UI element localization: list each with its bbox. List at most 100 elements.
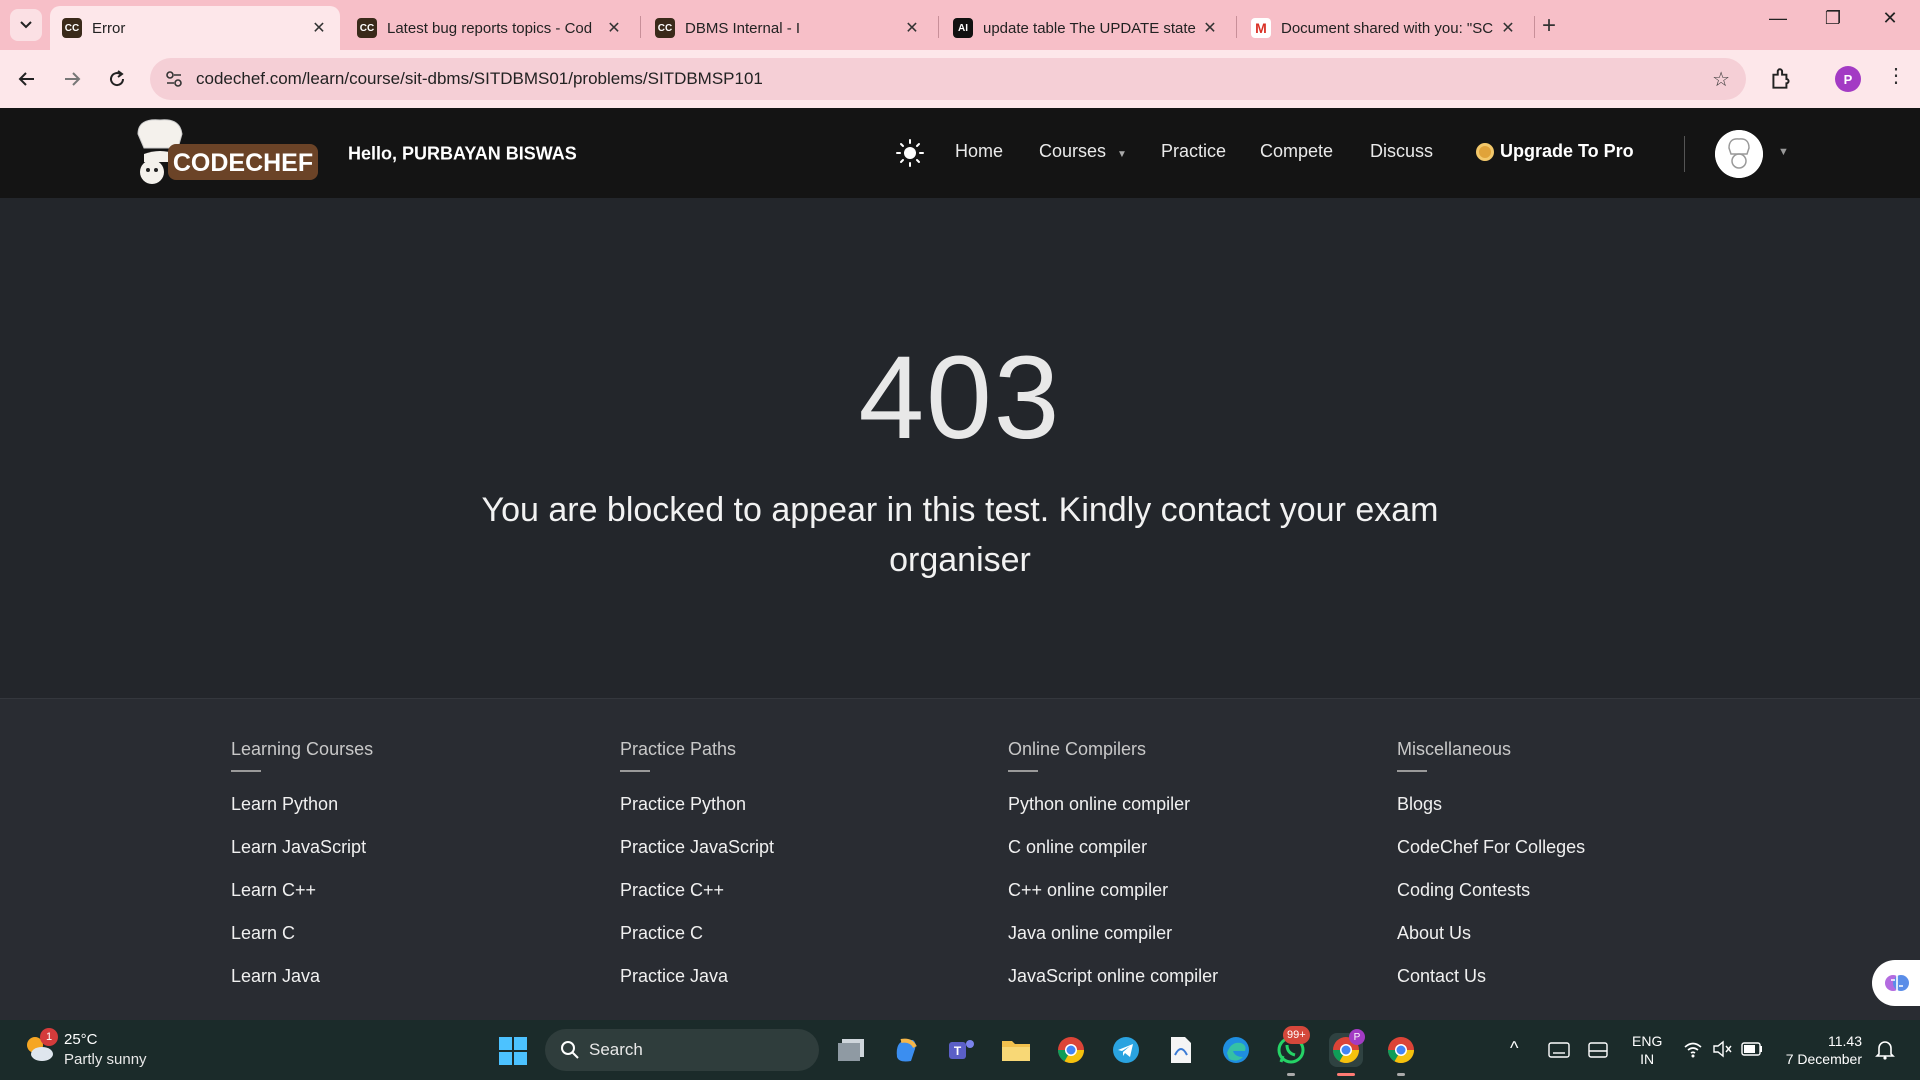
chrome-icon [1057,1037,1085,1064]
file-explorer-app[interactable] [999,1033,1033,1067]
chrome-second-app[interactable] [1384,1033,1418,1067]
caret-down-icon[interactable]: ▼ [1778,146,1789,158]
task-view-app[interactable] [834,1033,868,1067]
keyboard-icon[interactable] [1548,1042,1570,1058]
notification-bell-icon[interactable] [1874,1038,1896,1060]
close-window-button[interactable]: ✕ [1870,8,1910,29]
edge-app[interactable] [1219,1033,1253,1067]
footer-link[interactable]: CodeChef For Colleges [1397,837,1585,880]
weather-description[interactable]: Partly sunny [64,1051,147,1068]
footer-link[interactable]: Practice Python [620,794,774,837]
footer-link[interactable]: About Us [1397,923,1585,966]
footer-link[interactable]: Learn C++ [231,880,373,923]
battery-icon[interactable] [1741,1042,1763,1056]
footer-link[interactable]: Java online compiler [1008,923,1218,966]
close-icon[interactable]: ✕ [1201,18,1219,38]
tab-gmail-document[interactable]: M Document shared with you: "SC ✕ [1239,6,1529,50]
windows-start-icon[interactable] [498,1036,528,1066]
sun-icon[interactable] [895,138,925,168]
tab-update-table[interactable]: AI update table The UPDATE state ✕ [941,6,1231,50]
bookmark-star-icon[interactable]: ☆ [1712,67,1730,92]
tab-dbms-internal[interactable]: CC DBMS Internal - I ✕ [643,6,933,50]
browser-toolbar: codechef.com/learn/course/sit-dbms/SITDB… [0,50,1920,108]
taskbar-clock[interactable]: 11.43 7 December [1786,1032,1862,1068]
user-avatar[interactable] [1715,130,1763,178]
footer-link[interactable]: Contact Us [1397,966,1585,1009]
footer-link[interactable]: Blogs [1397,794,1585,837]
error-code: 403 [858,332,1062,464]
site-footer: Learning Courses Learn Python Learn Java… [0,698,1920,1020]
close-icon[interactable]: ✕ [903,18,921,38]
wifi-icon[interactable] [1683,1040,1703,1058]
footer-link[interactable]: Learn JavaScript [231,837,373,880]
chevron-up-icon[interactable]: ^ [1510,1038,1518,1059]
upgrade-to-pro-link[interactable]: Upgrade To Pro [1476,141,1634,162]
footer-column-miscellaneous: Miscellaneous Blogs CodeChef For College… [1397,739,1585,1009]
footer-link[interactable]: C online compiler [1008,837,1218,880]
telegram-app[interactable] [1109,1033,1143,1067]
heading-underline [620,770,650,772]
teams-icon: T [949,1040,974,1059]
minimize-button[interactable]: — [1758,8,1798,29]
tab-separator [1236,16,1237,38]
site-settings-icon[interactable] [164,69,184,89]
windows-taskbar: 1 25°C Partly sunny Search T 99+ P ^ ENG… [0,1020,1920,1080]
tab-bug-reports[interactable]: CC Latest bug reports topics - Cod ✕ [345,6,635,50]
address-bar[interactable]: codechef.com/learn/course/sit-dbms/SITDB… [150,58,1746,100]
gmail-favicon-icon: M [1251,18,1271,38]
footer-link[interactable]: Learn C [231,923,373,966]
footer-heading: Practice Paths [620,739,737,759]
close-icon[interactable]: ✕ [1499,18,1517,38]
codechef-logo[interactable]: CODECHEF [130,116,320,190]
footer-link[interactable]: Practice Java [620,966,774,1009]
tab-separator [1534,16,1535,38]
url-text[interactable]: codechef.com/learn/course/sit-dbms/SITDB… [196,69,763,89]
reload-button[interactable] [102,64,132,94]
tab-error[interactable]: CC Error ✕ [50,6,340,50]
error-message: You are blocked to appear in this test. … [481,491,1439,579]
user-greeting: Hello, PURBAYAN BISWAS [348,143,577,164]
lang-line2: IN [1640,1051,1655,1067]
nav-home-link[interactable]: Home [955,141,1003,162]
weather-temperature[interactable]: 25°C [64,1031,98,1048]
nav-courses-link[interactable]: Courses ▼ [1039,141,1127,162]
profile-avatar-button[interactable]: P [1835,66,1861,92]
close-icon[interactable]: ✕ [310,18,328,38]
nav-discuss-link[interactable]: Discuss [1370,141,1433,162]
heading-underline [231,770,261,772]
new-tab-button[interactable]: + [1542,12,1556,40]
footer-link[interactable]: Practice C [620,923,774,966]
menu-kebab-icon[interactable]: ⋮ [1886,63,1906,88]
close-icon[interactable]: ✕ [605,18,623,38]
taskbar-search[interactable]: Search [545,1029,819,1071]
forward-button[interactable] [57,64,87,94]
nav-practice-link[interactable]: Practice [1161,141,1226,162]
copilot-app[interactable] [889,1033,923,1067]
back-button[interactable] [12,64,42,94]
whatsapp-unread-badge: 99+ [1283,1026,1310,1044]
running-indicator-active [1337,1073,1355,1076]
footer-link[interactable]: Coding Contests [1397,880,1585,923]
tab-separator [640,16,641,38]
header-divider [1684,136,1685,172]
input-language[interactable]: ENG IN [1632,1032,1662,1068]
codechef-favicon-icon: CC [357,18,377,38]
footer-link[interactable]: C++ online compiler [1008,880,1218,923]
assistant-brain-button[interactable] [1872,960,1920,1006]
footer-column-practice-paths: Practice Paths Practice Python Practice … [620,739,774,1009]
display-icon[interactable] [1588,1042,1608,1058]
chrome-app[interactable] [1054,1033,1088,1067]
footer-link[interactable]: Practice C++ [620,880,774,923]
nav-compete-link[interactable]: Compete [1260,141,1333,162]
footer-link[interactable]: Learn Python [231,794,373,837]
extensions-puzzle-icon[interactable] [1768,66,1794,92]
volume-muted-icon[interactable] [1712,1040,1732,1058]
teams-app[interactable]: T [944,1033,978,1067]
restore-button[interactable]: ❐ [1813,8,1853,29]
footer-link[interactable]: Python online compiler [1008,794,1218,837]
tab-search-button[interactable] [10,9,42,41]
footer-link[interactable]: Learn Java [231,966,373,1009]
pdf-reader-app[interactable] [1164,1033,1198,1067]
footer-link[interactable]: Practice JavaScript [620,837,774,880]
footer-link[interactable]: JavaScript online compiler [1008,966,1218,1009]
